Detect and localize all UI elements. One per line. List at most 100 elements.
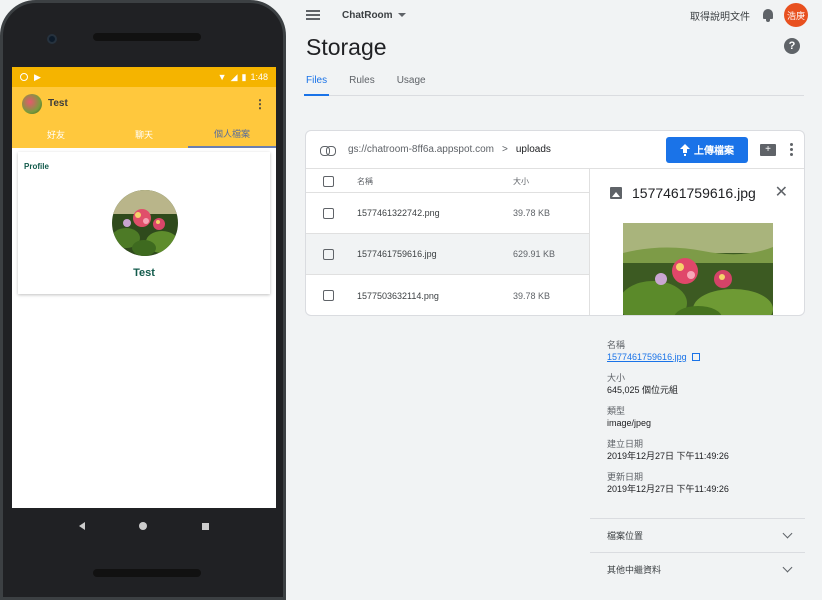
- meta-name: 名稱 1577461759616.jpg: [607, 340, 807, 363]
- storage-tabs: Files Rules Usage: [304, 70, 804, 96]
- column-header-size[interactable]: 大小: [513, 176, 583, 187]
- avatar[interactable]: [22, 93, 42, 114]
- file-location-label: 檔案位置: [607, 531, 644, 541]
- profile-name: Test: [133, 267, 155, 279]
- image-icon: [610, 187, 622, 199]
- panel-header: gs://chatroom-8ff6a.appspot.com > upload…: [306, 131, 804, 169]
- upload-button-label: 上傳檔案: [694, 146, 734, 157]
- detail-header: 1577461759616.jpg ✕: [590, 169, 804, 205]
- firebase-console: ChatRoom 取得說明文件 浩庚 Storage ? Files Rules…: [286, 0, 822, 600]
- meta-created-value: 2019年12月27日 下午11:49:26: [607, 451, 729, 461]
- chevron-down-icon[interactable]: [397, 13, 406, 17]
- tab-usage[interactable]: Usage: [397, 70, 426, 96]
- file-size: 39.78 KB: [513, 290, 551, 301]
- phone-screen: ▶ ▼ ◢ ▮ 1:48 Test ⋮ 好友 聊天 個人檔案 Profile T…: [12, 67, 276, 508]
- profile-card: Profile Test: [18, 152, 270, 294]
- file-size: 629.91 KB: [513, 249, 556, 259]
- table-header: 名稱 大小: [306, 171, 589, 193]
- file-name[interactable]: 1577461759616.jpg: [357, 249, 513, 259]
- upload-file-button[interactable]: 上傳檔案: [666, 136, 748, 163]
- meta-updated: 更新日期 2019年12月27日 下午11:49:26: [607, 472, 807, 495]
- file-name[interactable]: 1577503632114.png: [357, 291, 513, 301]
- select-all-checkbox[interactable]: [323, 176, 334, 187]
- meta-type-value: image/jpeg: [607, 418, 652, 428]
- bottom-speaker: [93, 569, 201, 577]
- file-table: 名稱 大小 1577461322742.png 39.78 KB 1577461…: [306, 171, 589, 315]
- docs-link[interactable]: 取得說明文件: [690, 8, 750, 23]
- meta-updated-label: 更新日期: [607, 472, 644, 482]
- battery-icon: ▮: [241, 71, 247, 82]
- file-metadata: 名稱 1577461759616.jpg 大小 645,025 個位元組 類型 …: [607, 340, 807, 505]
- row-checkbox[interactable]: [323, 248, 334, 260]
- chevron-down-icon[interactable]: [782, 528, 793, 539]
- file-download-link[interactable]: 1577461759616.jpg: [607, 351, 700, 363]
- new-folder-icon[interactable]: +: [760, 143, 776, 156]
- app-bar: Test ⋮: [12, 87, 276, 120]
- avatar[interactable]: 浩庚: [784, 3, 808, 27]
- home-icon[interactable]: [139, 522, 148, 530]
- file-location-accordion[interactable]: 檔案位置: [590, 518, 805, 552]
- wifi-icon: ▼: [217, 72, 227, 82]
- notification-icon: [20, 73, 28, 81]
- upload-icon: [680, 143, 690, 156]
- column-header-name[interactable]: 名稱: [357, 176, 513, 187]
- signal-icon: ◢: [230, 71, 238, 82]
- close-icon[interactable]: ✕: [775, 185, 788, 201]
- help-icon[interactable]: ?: [784, 38, 800, 54]
- meta-size-value: 645,025 個位元組: [607, 385, 679, 395]
- page-title: Storage: [306, 34, 387, 60]
- phone-frame: ▶ ▼ ◢ ▮ 1:48 Test ⋮ 好友 聊天 個人檔案 Profile T…: [0, 0, 286, 600]
- other-metadata-label: 其他中繼資料: [607, 565, 662, 575]
- meta-type: 類型 image/jpeg: [607, 406, 807, 429]
- chevron-down-icon[interactable]: [782, 562, 793, 573]
- link-icon[interactable]: [320, 145, 336, 156]
- file-browser-panel: gs://chatroom-8ff6a.appspot.com > upload…: [305, 130, 805, 316]
- file-size: 39.78 KB: [513, 208, 551, 218]
- image-preview[interactable]: [623, 223, 773, 315]
- file-name[interactable]: 1577461322742.png: [357, 208, 513, 218]
- meta-created-label: 建立日期: [607, 439, 644, 449]
- status-time: 1:48: [250, 72, 268, 82]
- tab-profile[interactable]: 個人檔案: [188, 120, 276, 148]
- meta-size-label: 大小: [607, 373, 626, 383]
- meta-size: 大小 645,025 個位元組: [607, 373, 807, 396]
- overflow-menu-icon[interactable]: ⋮: [254, 97, 266, 111]
- table-row[interactable]: 1577461322742.png 39.78 KB: [306, 193, 589, 234]
- other-metadata-accordion[interactable]: 其他中繼資料: [590, 552, 805, 586]
- app-tab-bar: 好友 聊天 個人檔案: [12, 120, 276, 148]
- detail-title: 1577461759616.jpg: [632, 185, 756, 201]
- profile-photo: [112, 190, 178, 256]
- tab-files[interactable]: Files: [304, 70, 330, 96]
- meta-updated-value: 2019年12月27日 下午11:49:26: [607, 484, 729, 494]
- file-detail-pane: 1577461759616.jpg ✕: [589, 169, 804, 315]
- top-bar: ChatRoom 取得說明文件 浩庚: [286, 0, 822, 30]
- open-in-new-icon[interactable]: [691, 353, 700, 361]
- bucket-path[interactable]: gs://chatroom-8ff6a.appspot.com: [348, 144, 494, 155]
- profile-section-label: Profile: [24, 162, 49, 171]
- meta-name-label: 名稱: [607, 340, 626, 350]
- recents-icon[interactable]: [201, 522, 209, 530]
- breadcrumb[interactable]: uploads: [516, 144, 551, 155]
- tab-chat[interactable]: 聊天: [100, 120, 188, 148]
- more-options-icon[interactable]: [786, 143, 796, 156]
- row-checkbox[interactable]: [323, 290, 334, 301]
- status-bar: ▶ ▼ ◢ ▮ 1:48: [12, 67, 276, 87]
- earpiece-speaker: [93, 33, 201, 41]
- meta-created: 建立日期 2019年12月27日 下午11:49:26: [607, 439, 807, 462]
- project-selector[interactable]: ChatRoom: [342, 10, 393, 21]
- app-bar-title: Test: [48, 98, 68, 109]
- breadcrumb-separator: >: [502, 144, 508, 155]
- tab-friends[interactable]: 好友: [12, 120, 100, 148]
- play-notification-icon: ▶: [34, 71, 41, 82]
- tab-rules[interactable]: Rules: [349, 70, 375, 96]
- back-icon[interactable]: [79, 522, 86, 530]
- hamburger-menu-icon[interactable]: [306, 10, 320, 20]
- meta-type-label: 類型: [607, 406, 626, 416]
- bell-icon[interactable]: [762, 8, 774, 22]
- table-row[interactable]: 1577503632114.png 39.78 KB: [306, 275, 589, 315]
- android-nav-bar: [12, 508, 276, 544]
- camera-lens: [47, 34, 57, 44]
- table-row[interactable]: 1577461759616.jpg 629.91 KB: [306, 234, 589, 275]
- file-link-text[interactable]: 1577461759616.jpg: [607, 351, 687, 363]
- row-checkbox[interactable]: [323, 207, 334, 219]
